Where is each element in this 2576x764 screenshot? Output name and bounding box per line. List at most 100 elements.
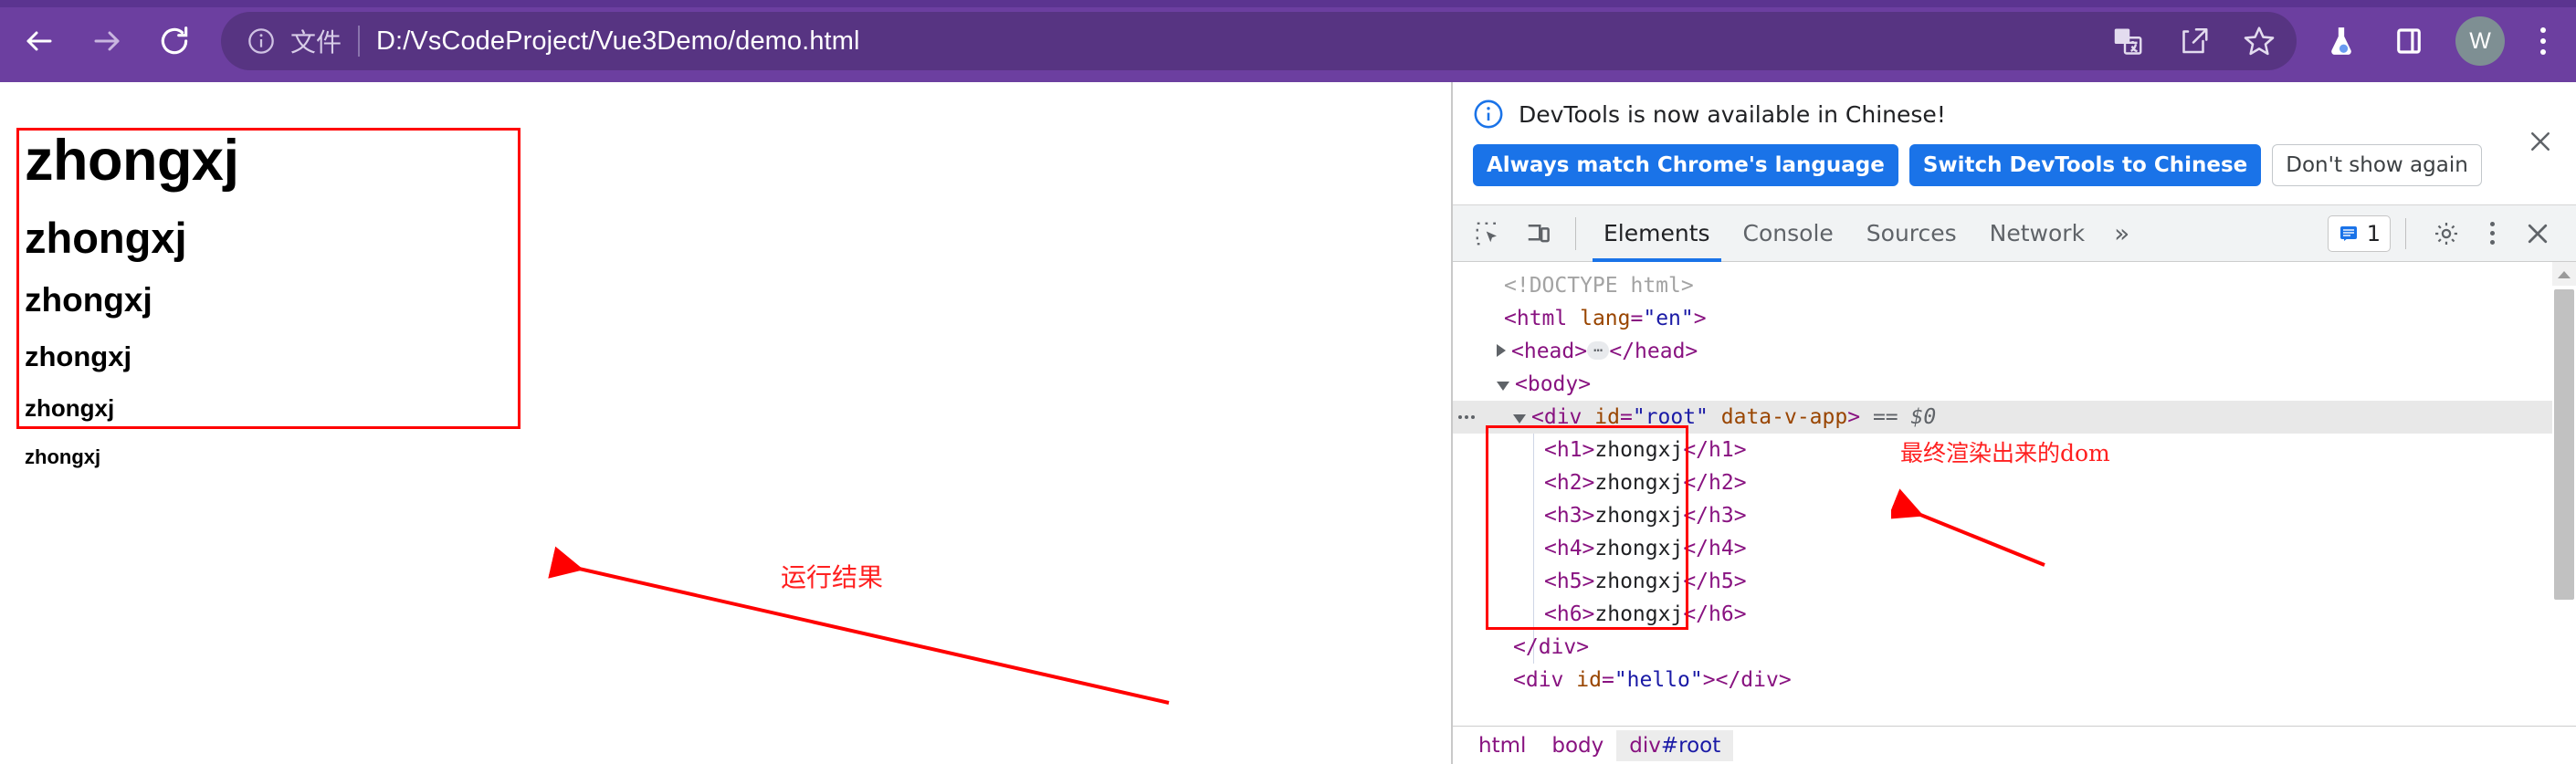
breadcrumb-tag: div [1629, 733, 1661, 758]
dom-line-div-close[interactable]: </div> [1453, 631, 2576, 664]
breadcrumb: html body div#root [1453, 726, 2576, 764]
breadcrumb-item-html[interactable]: html [1466, 730, 1539, 761]
devtools-tabbar: Elements Console Sources Network » 1 [1453, 205, 2576, 262]
close-icon [2531, 132, 2550, 151]
devtools-language-banner: DevTools is now available in Chinese! Al… [1453, 82, 2576, 205]
omnibox-actions: G [2085, 20, 2280, 62]
dom-line-head[interactable]: <head> ⋯ </head> [1453, 335, 2576, 368]
share-icon [2182, 27, 2208, 54]
browser-window: 文件 D:/VsCodeProject/Vue3Demo/demo.html G [0, 0, 2576, 764]
dom-text-h6: zhongxj [1594, 602, 1684, 626]
tab-strip-edge [0, 0, 2576, 7]
forward-button[interactable] [79, 13, 135, 69]
avatar[interactable]: W [2455, 16, 2505, 66]
more-tabs-button[interactable]: » [2101, 218, 2142, 248]
settings-button[interactable] [2426, 214, 2466, 254]
dom-text-h5: zhongxj [1594, 570, 1684, 593]
inspect-element-button[interactable] [1467, 214, 1508, 254]
flask-icon [2331, 27, 2351, 55]
scroll-up-arrow-icon[interactable] [2552, 262, 2576, 286]
page-heading-h1: zhongxj [25, 129, 239, 193]
scheme-label: 文件 [290, 27, 342, 58]
page-heading-h5: zhongxj [25, 394, 115, 422]
info-circle-icon [1473, 99, 1504, 130]
experiments-button[interactable] [2320, 20, 2362, 62]
device-toolbar-button[interactable] [1519, 214, 1559, 254]
breadcrumb-item-div-root[interactable]: div#root [1616, 729, 1734, 761]
inspect-element-icon [1476, 222, 1498, 245]
tab-console[interactable]: Console [1727, 205, 1850, 262]
dom-text-h1: zhongxj [1594, 438, 1684, 462]
info-circle-icon [248, 28, 274, 54]
dom-tree: <!DOCTYPE html> <html lang="en"> <head> ⋯… [1453, 262, 2576, 696]
browser-menu-button[interactable] [2530, 20, 2556, 62]
tabbar-right-actions: 1 [2327, 214, 2563, 254]
expand-ellipsis[interactable]: ⋯ [1587, 340, 1610, 360]
tab-network[interactable]: Network [1973, 205, 2101, 262]
devtools-menu-button[interactable] [2481, 222, 2503, 245]
banner-close-button[interactable] [2525, 126, 2556, 157]
dom-line-html[interactable]: <html lang="en"> [1453, 302, 2576, 335]
annotation-label-right: 最终渲染出来的dom [1900, 440, 2110, 466]
chevron-right-icon[interactable] [1497, 343, 1506, 357]
scrollbar-thumb[interactable] [2554, 289, 2574, 600]
translate-button[interactable]: G [2107, 20, 2149, 62]
switch-devtools-language-button[interactable]: Switch DevTools to Chinese [1908, 144, 2262, 186]
address-bar[interactable]: 文件 D:/VsCodeProject/Vue3Demo/demo.html G [221, 12, 2297, 70]
page-heading-h2: zhongxj [25, 214, 187, 262]
dom-tree-scrollbar[interactable] [2552, 262, 2576, 726]
devtools-panel: DevTools is now available in Chinese! Al… [1451, 82, 2576, 764]
line-menu-button[interactable] [1458, 401, 1475, 434]
chevron-down-icon[interactable] [1513, 413, 1526, 424]
dom-line-doctype[interactable]: <!DOCTYPE html> [1453, 269, 2576, 302]
message-count-badge[interactable]: 1 [2327, 215, 2391, 252]
breadcrumb-id: #root [1660, 733, 1721, 758]
arrow-right-icon [94, 31, 120, 51]
site-info-icon[interactable] [247, 26, 276, 56]
banner-title: DevTools is now available in Chinese! [1519, 100, 1946, 128]
omnibox-separator [358, 26, 361, 57]
side-panel-button[interactable] [2388, 20, 2430, 62]
page-heading-h6: zhongxj [25, 445, 101, 468]
star-icon [2244, 26, 2275, 56]
banner-button-row: Always match Chrome's language Switch De… [1473, 144, 2556, 186]
tab-sources[interactable]: Sources [1850, 205, 1973, 262]
dom-line-div-root[interactable]: <div id="root" data-v-app> == $0 [1453, 401, 2576, 434]
dom-tree-container[interactable]: <!DOCTYPE html> <html lang="en"> <head> ⋯… [1453, 262, 2576, 726]
tab-elements[interactable]: Elements [1587, 205, 1727, 262]
rendered-output-box: zhongxj zhongxj zhongxj zhongxj zhongxj … [16, 128, 520, 467]
kebab-menu-icon [2540, 27, 2546, 33]
always-match-language-button[interactable]: Always match Chrome's language [1473, 144, 1898, 186]
avatar-initial: W [2469, 27, 2491, 54]
annotation-arrow-right [1891, 488, 2045, 567]
bookmark-button[interactable] [2238, 20, 2280, 62]
dom-text-h4: zhongxj [1594, 537, 1684, 560]
side-panel-icon [2397, 28, 2421, 54]
breadcrumb-item-body[interactable]: body [1539, 730, 1616, 761]
reload-button[interactable] [146, 13, 203, 69]
device-toolbar-icon [1528, 224, 1550, 242]
dom-line-body[interactable]: <body> [1453, 368, 2576, 401]
dom-line-div-hello[interactable]: <div id="hello"></div> [1453, 664, 2576, 696]
devtools-close-button[interactable] [2518, 214, 2558, 254]
dont-show-again-button[interactable]: Don't show again [2272, 144, 2482, 186]
annotation-label-left: 运行结果 [781, 562, 884, 592]
chevron-down-icon[interactable] [1497, 381, 1509, 391]
tabbar-right-divider [2405, 217, 2406, 249]
translate-icon: G [2114, 28, 2142, 55]
close-icon [2528, 224, 2548, 243]
selected-node-marker: == $0 [1872, 405, 1937, 429]
browser-toolbar: 文件 D:/VsCodeProject/Vue3Demo/demo.html G [0, 0, 2576, 82]
arrow-left-icon [26, 31, 52, 51]
kebab-menu-icon [2489, 222, 2495, 226]
share-button[interactable] [2172, 20, 2214, 62]
url-text[interactable]: D:/VsCodeProject/Vue3Demo/demo.html [376, 26, 860, 57]
message-icon [2339, 225, 2357, 241]
banner-message-row: DevTools is now available in Chinese! [1473, 99, 2556, 130]
doctype-text: <!DOCTYPE html> [1504, 274, 1694, 298]
reload-icon [161, 26, 188, 55]
page-heading-h4: zhongxj [25, 340, 132, 372]
tabbar-divider [1575, 216, 1576, 250]
dom-line-h6[interactable]: <h6>zhongxj</h6> [1453, 598, 2576, 631]
back-button[interactable] [11, 13, 68, 69]
